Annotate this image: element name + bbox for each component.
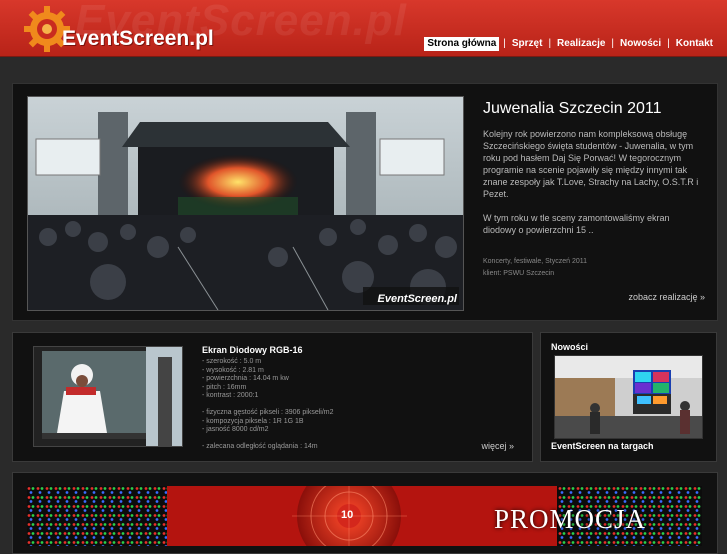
- led-screen-image: [34, 347, 182, 446]
- nav-separator: |: [503, 38, 506, 49]
- spec-line: - zalecana odległość oglądania : 14m: [202, 443, 318, 450]
- featured-description: Kolejny rok powierzono nam kompleksową o…: [483, 128, 705, 248]
- promo-badge: 10: [341, 509, 354, 521]
- product-photo[interactable]: [33, 346, 183, 447]
- spec-line: - kontrast : 2000:1: [202, 392, 259, 399]
- featured-meta: Koncerty, festiwale, Styczeń 2011 klient…: [483, 256, 587, 280]
- featured-title[interactable]: Juwenalia Szczecin 2011: [483, 100, 661, 118]
- featured-client: klient: PSWU Szczecin: [483, 270, 555, 277]
- header-divider: [0, 56, 727, 57]
- promo-panel: 10 PROMOCJA: [12, 472, 718, 554]
- trade-fair-image: [555, 356, 702, 438]
- featured-paragraph-2: W tym roku w tle sceny zamontowaliśmy ek…: [483, 213, 670, 235]
- concert-stage-image: [28, 97, 463, 310]
- spec-spacer: [202, 435, 334, 444]
- nav-separator: |: [611, 38, 615, 49]
- see-realization-link[interactable]: zobacz realizację »: [628, 292, 705, 302]
- promo-banner[interactable]: 10 PROMOCJA: [27, 486, 702, 546]
- nav-item-sprzet[interactable]: Sprzęt: [508, 37, 547, 51]
- spec-line: - kompozycja piksela : 1R 1G 1B: [202, 417, 304, 425]
- spec-spacer: [202, 401, 334, 410]
- featured-category: Koncerty, festiwale, Styczeń 2011: [483, 258, 588, 265]
- logo-text[interactable]: EventScreen.pl: [62, 27, 214, 51]
- spec-line: - pitch : 16mm: [202, 383, 247, 391]
- product-title[interactable]: Ekran Diodowy RGB-16: [202, 345, 303, 355]
- news-heading[interactable]: Nowości: [551, 342, 588, 352]
- spec-line: - powierzchnia : 14.04 m kw: [202, 375, 289, 382]
- spec-line: - szerokość : 5.0 m: [202, 358, 262, 365]
- spec-line: - wysokość : 2.81 m: [202, 366, 264, 374]
- header: EventScreen.pl EventScreen.pl Strona głó…: [0, 0, 727, 56]
- nav-separator: |: [548, 38, 552, 49]
- nav-item-strona-glowna[interactable]: Strona główna: [424, 36, 500, 51]
- nav-item-kontakt[interactable]: Kontakt: [672, 37, 717, 51]
- spec-line: - fizyczna gęstość pikseli : 3906 piksel…: [202, 409, 334, 416]
- nav-item-nowosci[interactable]: Nowości: [616, 37, 665, 51]
- featured-panel: EventScreen.pl Juwenalia Szczecin 2011 K…: [12, 83, 718, 321]
- news-panel: Nowości EventScreen na targach: [540, 332, 717, 462]
- nav-item-realizacje[interactable]: Realizacje: [553, 37, 609, 51]
- more-link[interactable]: więcej »: [481, 441, 514, 451]
- spec-line: - jasność 8000 cd/m2: [202, 426, 269, 433]
- promo-text: PROMOCJA: [493, 504, 646, 534]
- featured-photo[interactable]: EventScreen.pl: [27, 96, 464, 311]
- product-specs: - szerokość : 5.0 m - wysokość : 2.81 m …: [202, 358, 334, 452]
- product-panel: Ekran Diodowy RGB-16 - szerokość : 5.0 m…: [12, 332, 533, 462]
- photo-watermark: EventScreen.pl: [377, 293, 457, 305]
- featured-paragraph-1: Kolejny rok powierzono nam kompleksową o…: [483, 129, 699, 199]
- main-nav: Strona główna | Sprzęt | Realizacje | No…: [424, 36, 717, 51]
- news-caption[interactable]: EventScreen na targach: [551, 441, 654, 451]
- news-photo[interactable]: [554, 355, 703, 439]
- nav-separator: |: [667, 38, 670, 49]
